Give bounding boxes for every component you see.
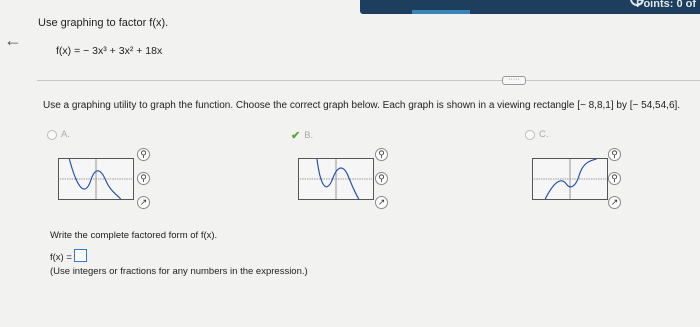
answer-hint: (Use integers or fractions for any numbe…: [50, 266, 308, 277]
option-c-radio[interactable]: [525, 129, 535, 140]
expand-more-button[interactable]: ·····: [502, 76, 526, 85]
option-c[interactable]: C.: [525, 129, 549, 140]
question-title: Use graphing to factor f(x).: [38, 17, 169, 29]
top-header-bar: Points: 0 of: [360, 0, 700, 14]
check-icon: ✔: [291, 130, 301, 142]
open-graph-a-icon[interactable]: ↗: [137, 196, 150, 209]
graph-a: [58, 158, 134, 200]
function-expression: f(x) = − 3x³ + 3x² + 18x: [56, 45, 163, 57]
factored-form-prompt: Write the complete factored form of f(x)…: [50, 230, 218, 241]
option-a-radio[interactable]: [47, 129, 57, 140]
instructions-text: Use a graphing utility to graph the func…: [43, 100, 681, 111]
graph-b-plot: [299, 159, 373, 199]
divider: [37, 80, 700, 81]
zoom-in-icon[interactable]: ⚲: [608, 148, 621, 161]
graph-c-plot: [533, 159, 607, 199]
answer-label: f(x) =: [50, 252, 72, 263]
option-b[interactable]: ✔ B.: [291, 129, 313, 142]
graph-a-plot: [59, 159, 133, 199]
zoom-out-icon[interactable]: ⚲: [137, 172, 150, 185]
graph-b: [298, 158, 374, 200]
answer-input[interactable]: [74, 249, 87, 262]
zoom-out-icon[interactable]: ⚲: [608, 172, 621, 185]
option-b-label: B.: [304, 130, 314, 141]
zoom-out-icon[interactable]: ⚲: [375, 172, 388, 185]
back-arrow-icon[interactable]: ←: [4, 30, 22, 51]
points-label: Points: 0 of: [636, 0, 696, 10]
option-a[interactable]: A.: [47, 129, 70, 140]
open-graph-b-icon[interactable]: ↗: [375, 196, 388, 209]
zoom-in-icon[interactable]: ⚲: [375, 148, 388, 161]
graph-c: [532, 158, 608, 200]
zoom-in-icon[interactable]: ⚲: [137, 148, 150, 161]
option-c-label: C.: [539, 129, 549, 140]
option-a-label: A.: [61, 129, 70, 140]
question-page: Points: 0 of ← Use graphing to factor f(…: [0, 0, 700, 327]
progress-indicator: [412, 10, 470, 14]
open-graph-c-icon[interactable]: ↗: [608, 196, 621, 209]
